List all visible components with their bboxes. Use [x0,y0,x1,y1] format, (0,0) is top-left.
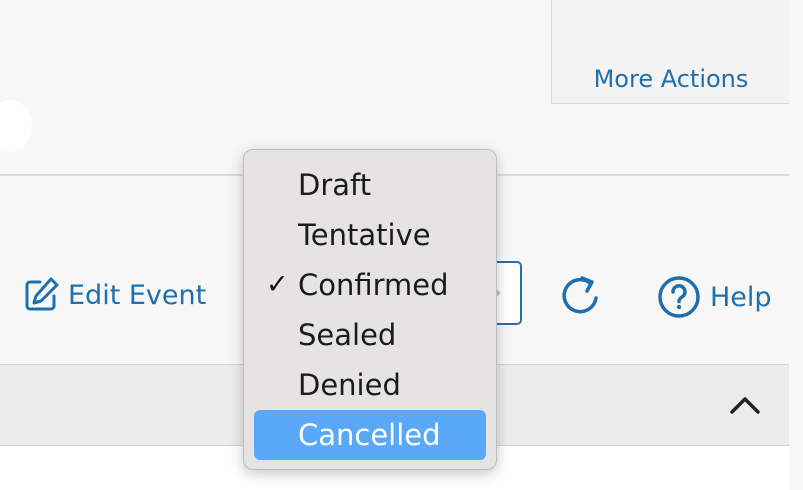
status-option-confirmed[interactable]: ✓ Confirmed [254,260,486,310]
status-option-label: Sealed [298,318,397,352]
chevron-up-icon[interactable] [728,390,762,420]
status-option-sealed[interactable]: Sealed [254,310,486,360]
status-option-label: Cancelled [298,418,441,452]
edit-event-button[interactable]: Edit Event [22,276,206,314]
edit-event-label[interactable]: Edit Event [68,280,206,311]
more-actions-label[interactable]: More Actions [552,65,790,93]
status-option-label: Draft [298,168,372,202]
page-edge [789,0,803,490]
checkmark-icon: ✓ [266,269,289,300]
status-option-label: Tentative [298,218,431,252]
edit-icon [25,277,59,311]
help-button[interactable]: Help [656,274,772,320]
more-actions-panel[interactable]: More Actions [551,0,791,104]
refresh-icon[interactable] [558,273,604,319]
status-option-label: Denied [298,368,401,402]
decorative-bubble [0,100,32,152]
status-dropdown-menu[interactable]: Draft Tentative ✓ Confirmed Sealed Denie… [243,149,497,470]
help-circle-icon [658,276,700,318]
status-option-draft[interactable]: Draft [254,160,486,210]
status-option-label: Confirmed [298,268,449,302]
status-option-tentative[interactable]: Tentative [254,210,486,260]
help-label[interactable]: Help [710,282,772,313]
status-option-cancelled[interactable]: Cancelled [254,410,486,460]
status-option-denied[interactable]: Denied [254,360,486,410]
